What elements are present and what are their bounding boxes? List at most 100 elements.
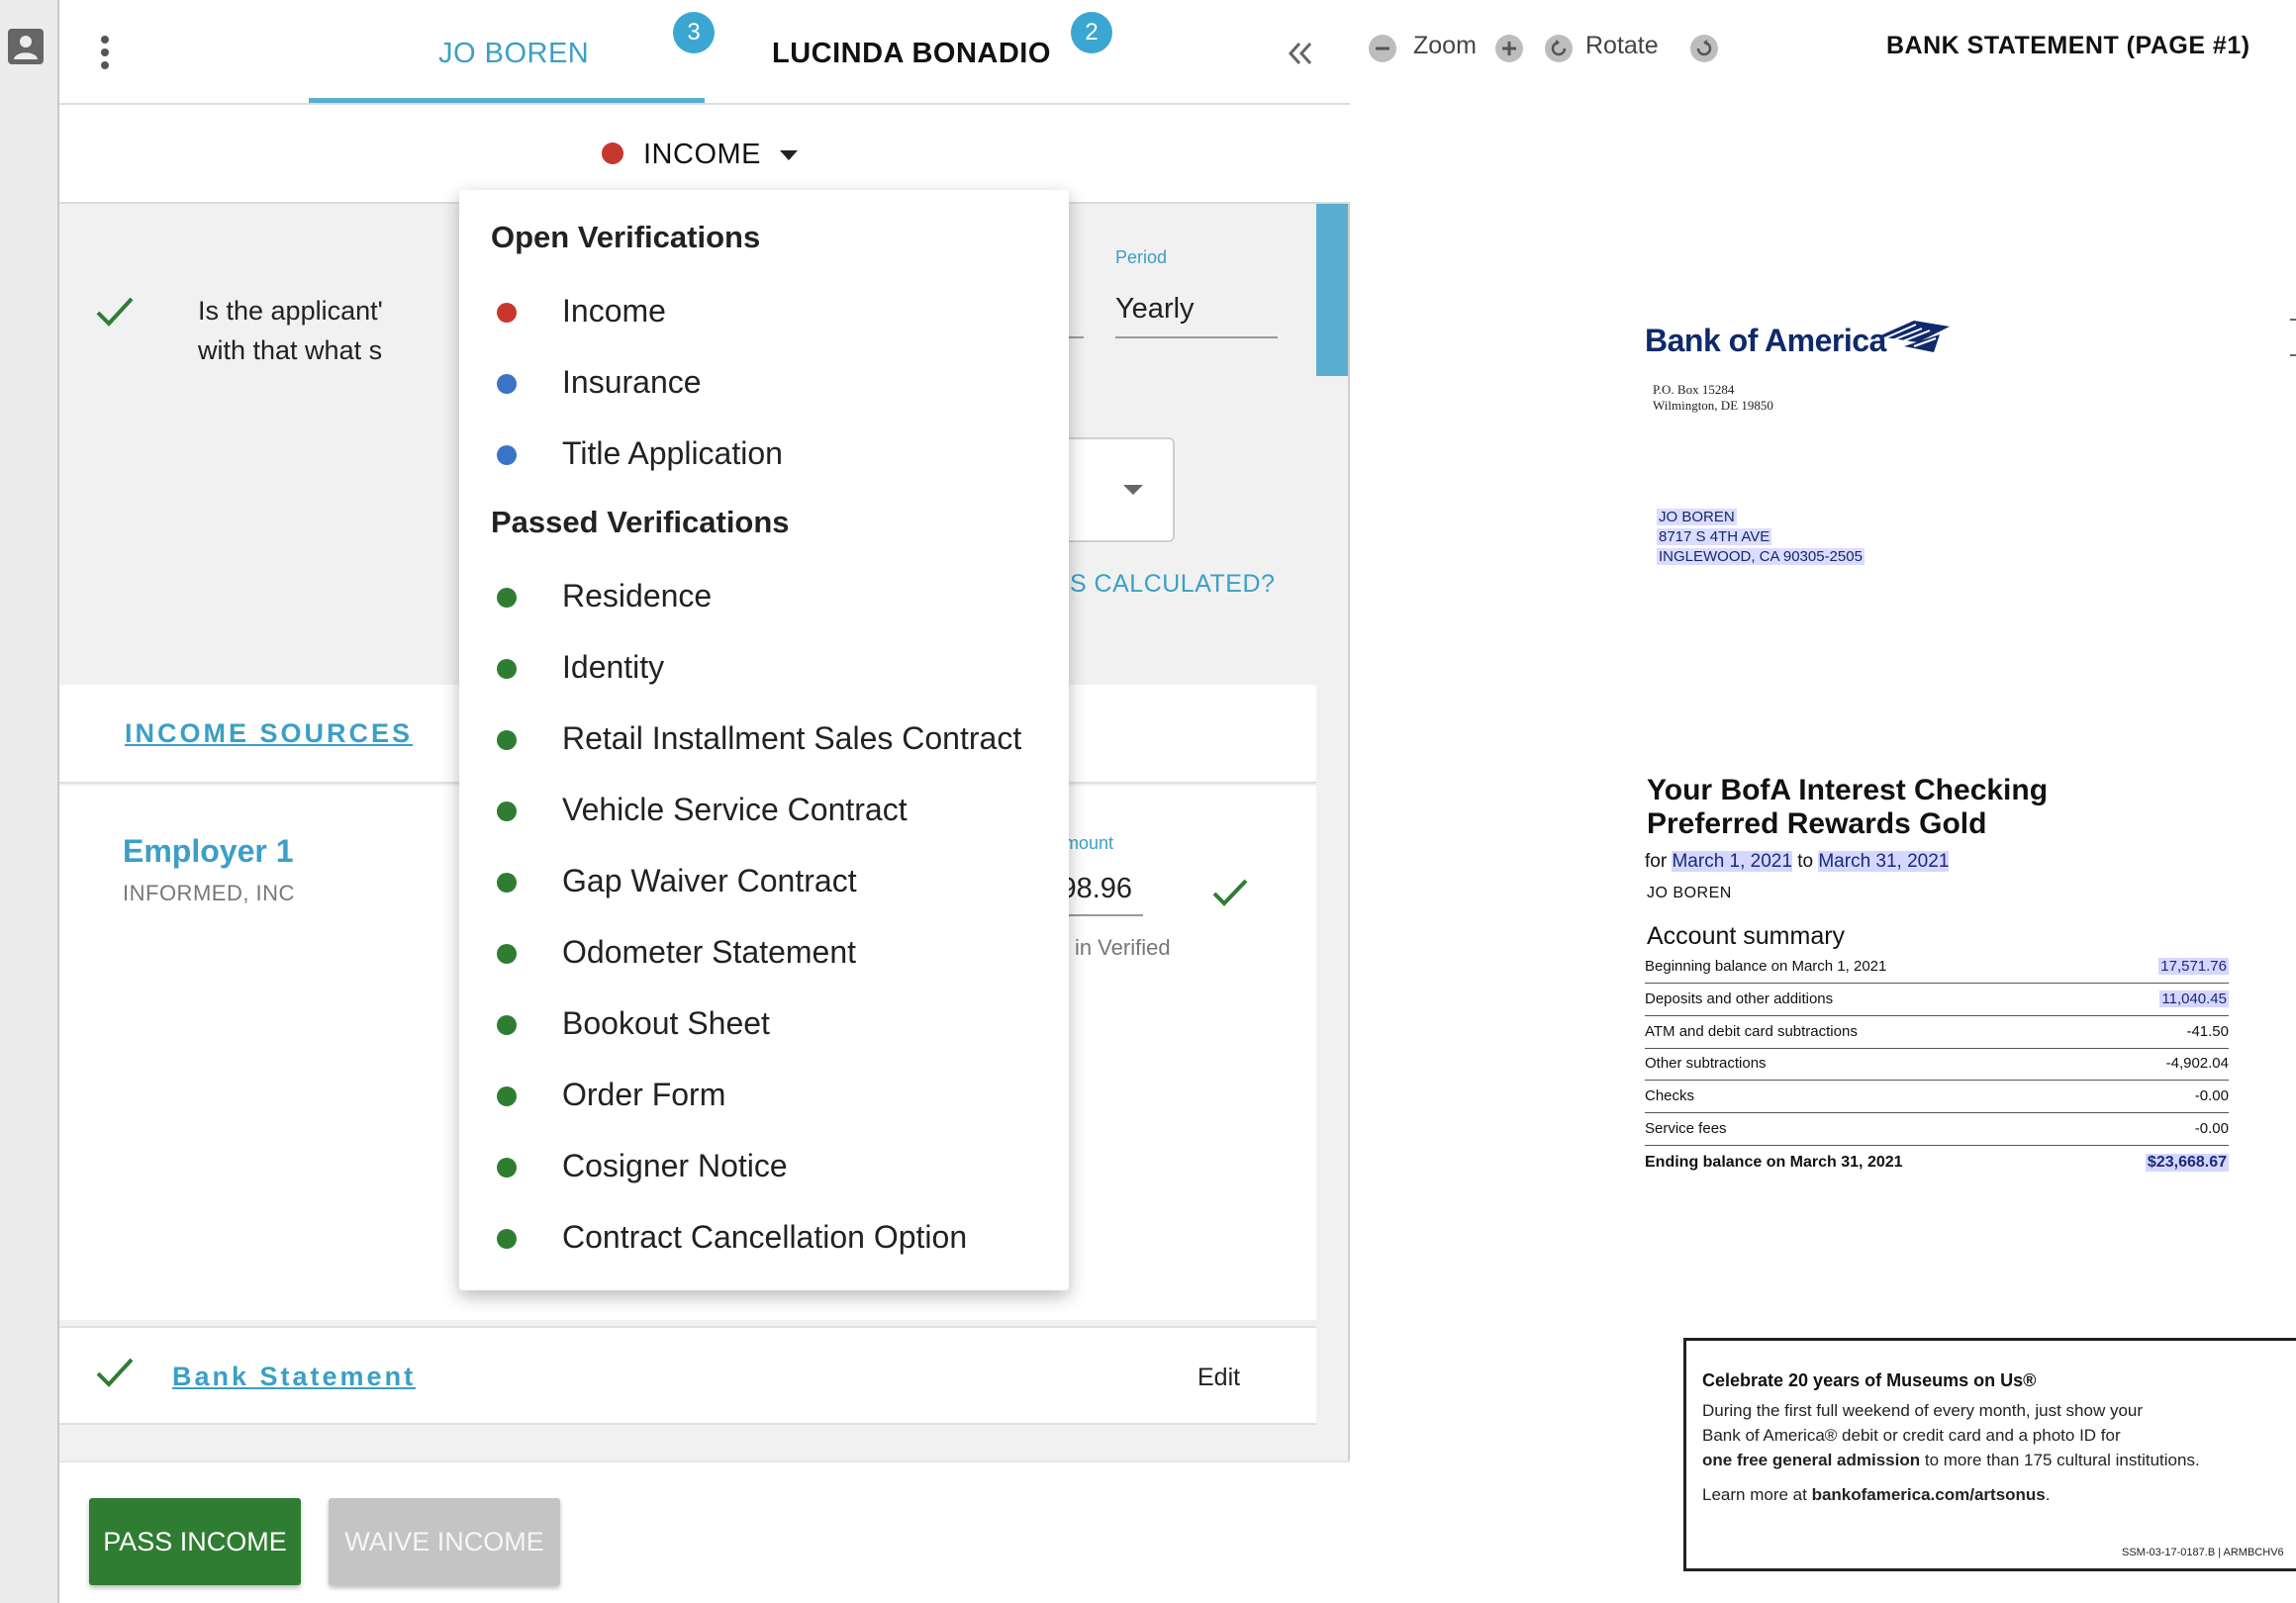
status-dot <box>497 445 517 465</box>
tab-jo-boren[interactable]: JO BOREN <box>438 38 589 70</box>
status-dot <box>497 303 517 323</box>
income-sources-link[interactable]: INCOME SOURCES <box>125 718 413 749</box>
menu-item-identity[interactable]: Identity <box>459 639 1069 699</box>
rotate-right-icon[interactable] <box>1689 34 1719 63</box>
more-options-icon[interactable] <box>99 36 111 75</box>
action-footer: PASS INCOME WAIVE INCOME <box>59 1461 1350 1603</box>
summary-value: $23,668.67 <box>2145 1154 2229 1172</box>
address-street: 8717 S 4TH AVE <box>1657 528 1772 545</box>
promo-line-2: Bank of America® debit or credit card an… <box>1702 1426 2121 1445</box>
status-dot <box>497 1086 517 1106</box>
content-scrollbar[interactable] <box>1316 204 1348 1461</box>
page-edge-mark <box>2290 354 2296 356</box>
statement-period-for: for <box>1645 851 1668 872</box>
menu-item-contract-cancellation-option[interactable]: Contract Cancellation Option <box>459 1209 1069 1269</box>
promo-box: Celebrate 20 years of Museums on Us® Dur… <box>1683 1338 2296 1571</box>
summary-value: -4,902.04 <box>2165 1055 2229 1072</box>
summary-value: -0.00 <box>2194 1087 2229 1104</box>
menu-item-label: Retail Installment Sales Contract <box>562 720 1022 756</box>
check-icon <box>96 297 134 327</box>
period-field-underline <box>1115 336 1278 338</box>
summary-label: Ending balance on March 31, 2021 <box>1645 1154 1903 1171</box>
status-dot <box>497 730 517 750</box>
status-dot <box>497 802 517 821</box>
bank-statement-link[interactable]: Bank Statement <box>172 1362 416 1392</box>
status-dot <box>497 1158 517 1178</box>
document-title: BANK STATEMENT (PAGE #1) <box>1886 32 2250 59</box>
menu-item-bookout-sheet[interactable]: Bookout Sheet <box>459 995 1069 1055</box>
summary-row: Beginning balance on March 1, 2021 17,57… <box>1645 952 2229 984</box>
promo-line-3: one free general admission to more than … <box>1702 1448 2200 1472</box>
pass-income-button[interactable]: PASS INCOME <box>89 1498 301 1585</box>
summary-label: Other subtractions <box>1645 1055 1767 1072</box>
tab-lucinda-bonadio[interactable]: LUCINDA BONADIO <box>772 38 1051 70</box>
check-icon <box>1212 879 1248 906</box>
active-tab-indicator <box>309 98 705 103</box>
promo-title: Celebrate 20 years of Museums on Us® <box>1702 1370 2037 1390</box>
account-summary-heading: Account summary <box>1647 922 1846 950</box>
document-viewer: Zoom Rotate BANK STATEMENT (PAGE #1) Ban… <box>1352 0 2296 1603</box>
menu-item-label: Residence <box>562 578 713 613</box>
statement-end-date: March 31, 2021 <box>1818 851 1950 872</box>
promo-learn-text: Learn more at <box>1702 1485 1812 1504</box>
statement-period-to: to <box>1797 851 1814 872</box>
summary-label: Checks <box>1645 1087 1695 1104</box>
zoom-out-icon[interactable] <box>1368 34 1397 63</box>
question-line-2: with that what s <box>198 335 383 365</box>
menu-item-label: Vehicle Service Contract <box>562 792 908 827</box>
promo-body: During the first full weekend of every m… <box>1702 1398 2200 1472</box>
menu-item-label: Income <box>562 293 666 329</box>
menu-item-insurance[interactable]: Insurance <box>459 354 1069 414</box>
summary-row: Service fees -0.00 <box>1645 1114 2229 1146</box>
employer-title[interactable]: Employer 1 <box>123 833 294 870</box>
promo-line-1: During the first full weekend of every m… <box>1702 1401 2144 1420</box>
summary-row: Other subtractions -4,902.04 <box>1645 1049 2229 1081</box>
tab-lucinda-bonadio-count-badge: 2 <box>1071 12 1112 53</box>
edit-button[interactable]: Edit <box>1197 1364 1240 1392</box>
question-line-1: Is the applicant' <box>198 296 383 326</box>
menu-item-label: Odometer Statement <box>562 934 857 970</box>
menu-item-residence[interactable]: Residence <box>459 568 1069 627</box>
rotate-left-icon[interactable] <box>1544 34 1574 63</box>
status-dot <box>497 1015 517 1035</box>
address-name: JO BOREN <box>1657 509 1737 525</box>
menu-item-income[interactable]: Income <box>459 283 1069 342</box>
account-holder: JO BOREN <box>1647 885 1732 901</box>
status-dot <box>497 374 517 394</box>
menu-item-label: Gap Waiver Contract <box>562 863 857 898</box>
summary-label: Deposits and other additions <box>1645 990 1834 1007</box>
summary-value: 11,040.45 <box>2159 990 2229 1007</box>
zoom-label: Zoom <box>1413 32 1477 59</box>
zoom-in-icon[interactable] <box>1494 34 1524 63</box>
bank-po-box: P.O. Box 15284 <box>1653 382 1735 397</box>
menu-item-odometer-statement[interactable]: Odometer Statement <box>459 924 1069 984</box>
summary-label: Beginning balance on March 1, 2021 <box>1645 958 1887 975</box>
scrollbar-thumb[interactable] <box>1316 204 1348 376</box>
page-edge-mark <box>2290 319 2296 321</box>
menu-item-retail-installment-sales-contract[interactable]: Retail Installment Sales Contract <box>459 710 1069 770</box>
rotate-label: Rotate <box>1585 32 1659 59</box>
menu-item-order-form[interactable]: Order Form <box>459 1067 1069 1126</box>
menu-item-title-application[interactable]: Title Application <box>459 425 1069 485</box>
menu-item-gap-waiver-contract[interactable]: Gap Waiver Contract <box>459 853 1069 912</box>
user-profile-icon[interactable] <box>7 28 45 65</box>
period-field[interactable]: Yearly <box>1115 293 1195 326</box>
collapse-panel-icon[interactable] <box>1285 38 1316 69</box>
bank-statement-page: Bank of America P.O. Box 15284 Wilmingto… <box>1352 95 2296 1603</box>
applicant-tabs: JO BOREN 3 LUCINDA BONADIO 2 <box>59 0 1350 105</box>
promo-line-3-bold: one free general admission <box>1702 1451 1921 1469</box>
menu-item-label: Contract Cancellation Option <box>562 1219 968 1255</box>
status-dot <box>497 1229 517 1249</box>
menu-item-label: Insurance <box>562 364 702 400</box>
menu-item-vehicle-service-contract[interactable]: Vehicle Service Contract <box>459 782 1069 841</box>
verification-select[interactable]: INCOME <box>59 105 1350 204</box>
open-verifications-heading: Open Verifications <box>491 220 761 254</box>
menu-item-label: Cosigner Notice <box>562 1148 788 1183</box>
status-dot <box>497 944 517 964</box>
bank-po-city: Wilmington, DE 19850 <box>1653 398 1773 413</box>
waive-income-button[interactable]: WAIVE INCOME <box>329 1498 560 1585</box>
verification-select-label: INCOME <box>643 139 761 170</box>
menu-item-cosigner-notice[interactable]: Cosigner Notice <box>459 1138 1069 1197</box>
status-dot <box>497 588 517 608</box>
summary-label: Service fees <box>1645 1120 1727 1137</box>
